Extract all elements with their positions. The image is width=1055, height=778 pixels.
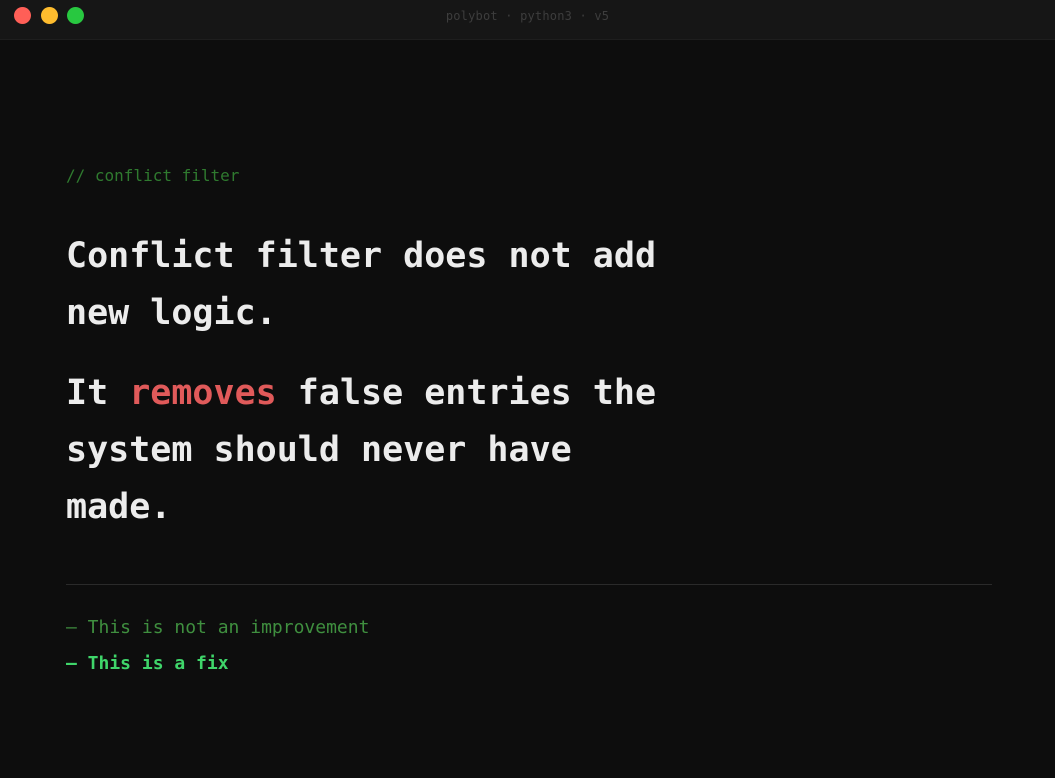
highlight-word: removes [129,373,277,413]
subline-prefix: It [66,373,130,413]
note-is-fix: — This is a fix [66,653,229,674]
window-title: polybot · python3 · v5 [445,9,610,23]
section-comment: // conflict filter [66,166,240,185]
title-bar: polybot · python3 · v5 [0,0,1055,40]
headline: Conflict filter does not add new logic. [66,236,657,333]
divider [66,584,992,585]
app-window: polybot · python3 · v5 // conflict filte… [0,0,1055,778]
subline: It removes false entries the system shou… [66,365,666,536]
note-not-improvement: — This is not an improvement [66,617,370,638]
